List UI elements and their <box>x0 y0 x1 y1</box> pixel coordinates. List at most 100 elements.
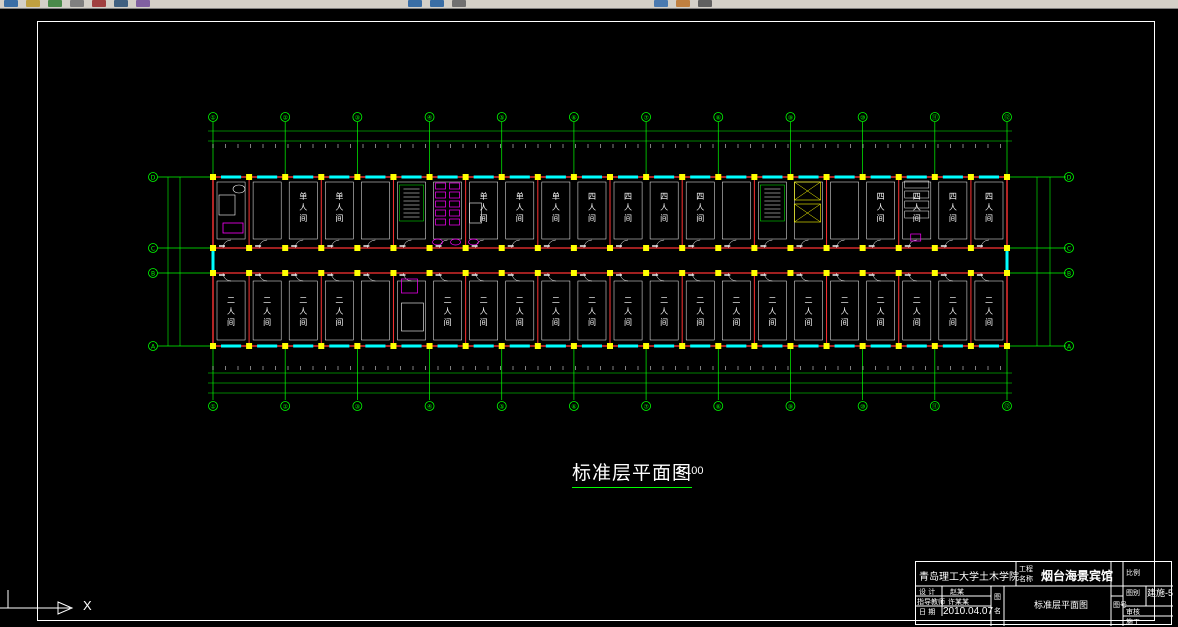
model-space-viewport[interactable]: ①①②②③③④④⑤⑤⑥⑥⑦⑦⑧⑧⑨⑨⑩⑩⑪⑪⑫⑫AABBCCDD二人间二人间单人… <box>0 9 1178 625</box>
axis-label: ⑪ <box>932 114 938 122</box>
column <box>534 174 541 180</box>
room-label-bottom: 人 <box>227 307 235 316</box>
column <box>390 174 397 180</box>
column <box>498 174 505 180</box>
door-tag <box>616 274 622 276</box>
room-label-top: 人 <box>335 203 343 212</box>
print-icon[interactable] <box>70 0 84 7</box>
axis-label: ⑫ <box>1004 403 1010 411</box>
toilet-fixture <box>449 218 460 226</box>
column <box>282 245 289 251</box>
door-tag <box>543 274 550 276</box>
column <box>1004 174 1010 180</box>
toilet-fixture <box>449 182 460 190</box>
axis-label: C <box>151 246 155 253</box>
redo-icon[interactable] <box>430 0 444 7</box>
column <box>498 245 505 251</box>
column <box>715 174 722 180</box>
washbasin <box>450 238 461 246</box>
advisor-label: 指导教师 <box>917 598 945 606</box>
column <box>426 245 433 251</box>
room-label-bottom: 间 <box>299 318 307 327</box>
properties-icon[interactable] <box>698 0 712 7</box>
column <box>607 270 613 276</box>
undo-icon[interactable] <box>408 0 422 7</box>
door-tag <box>868 245 875 247</box>
room-label-top: 间 <box>516 214 524 223</box>
column <box>931 343 938 349</box>
room-label-bottom: 二 <box>263 296 271 305</box>
ucs-x-label: X <box>83 598 92 613</box>
door-tag <box>832 274 839 276</box>
column <box>318 174 325 180</box>
open-icon[interactable] <box>26 0 40 7</box>
column <box>859 270 866 276</box>
door-tag <box>579 245 586 247</box>
room-label-top: 人 <box>516 203 524 212</box>
column <box>1004 343 1010 349</box>
room-label-top: 四 <box>660 192 668 201</box>
toilet-fixture <box>435 200 446 208</box>
room-label-bottom: 二 <box>299 296 307 305</box>
figure-label-1: 图 <box>994 593 1001 601</box>
room-label-bottom: 人 <box>299 307 307 316</box>
room-label-top: 间 <box>552 214 560 223</box>
column <box>931 245 938 251</box>
door-tag <box>868 274 875 276</box>
washbasin <box>432 238 443 246</box>
save-icon[interactable] <box>48 0 62 7</box>
room-label-bottom: 二 <box>841 296 849 305</box>
column <box>354 270 361 276</box>
column <box>426 343 433 349</box>
column <box>354 343 361 349</box>
zoom-icon[interactable] <box>654 0 668 7</box>
axis-label: A <box>1067 344 1072 351</box>
room-label-top: 单 <box>552 191 560 201</box>
room-label-top: 人 <box>552 203 560 212</box>
room-label-top: 单 <box>335 191 343 201</box>
column <box>751 245 758 251</box>
column <box>607 174 613 180</box>
room-label-top: 间 <box>913 214 921 223</box>
column <box>534 270 541 276</box>
door-tag <box>507 245 514 247</box>
room-label-bottom: 间 <box>660 318 668 327</box>
room-label-bottom: 人 <box>949 307 957 316</box>
door-tag <box>760 274 767 276</box>
pan-icon[interactable] <box>452 0 466 7</box>
room-label-top: 人 <box>624 203 632 212</box>
door-tag <box>796 245 803 247</box>
room-label-top: 单 <box>480 191 488 201</box>
room-label-bottom: 间 <box>588 318 596 327</box>
room-label-bottom: 人 <box>913 307 921 316</box>
axis-label: ② <box>282 404 288 411</box>
cut-icon[interactable] <box>92 0 106 7</box>
room-label-top: 间 <box>660 214 668 223</box>
design-label: 设 计 <box>919 588 936 596</box>
column <box>643 270 650 276</box>
room-label-bottom: 二 <box>516 296 524 305</box>
paste-icon[interactable] <box>136 0 150 7</box>
layer-icon[interactable] <box>676 0 690 7</box>
column <box>282 343 289 349</box>
room-label-bottom: 间 <box>552 318 560 327</box>
toilet-fixture <box>449 200 460 208</box>
copy-icon[interactable] <box>114 0 128 7</box>
column <box>570 174 577 180</box>
toilet-fixture <box>435 209 446 217</box>
title-block: 青岛理工大学土木学院 工程 名称 烟台海景宾馆 比例 设 计 赵某 指导教师 许… <box>915 561 1173 626</box>
column <box>390 245 397 251</box>
column <box>859 245 866 251</box>
room-label-top: 间 <box>588 214 596 223</box>
room-label-bottom: 人 <box>877 307 885 316</box>
date-value: 2010.04.07 <box>943 606 994 617</box>
column <box>318 245 325 251</box>
door-tag <box>724 245 731 247</box>
door-tag <box>724 274 731 276</box>
room-label-top: 人 <box>588 203 596 212</box>
toilet-fixture <box>449 209 460 217</box>
room-label-bottom: 间 <box>768 318 776 327</box>
new-icon[interactable] <box>4 0 18 7</box>
room-label-top: 间 <box>949 214 957 223</box>
room-label-bottom: 二 <box>696 296 704 305</box>
